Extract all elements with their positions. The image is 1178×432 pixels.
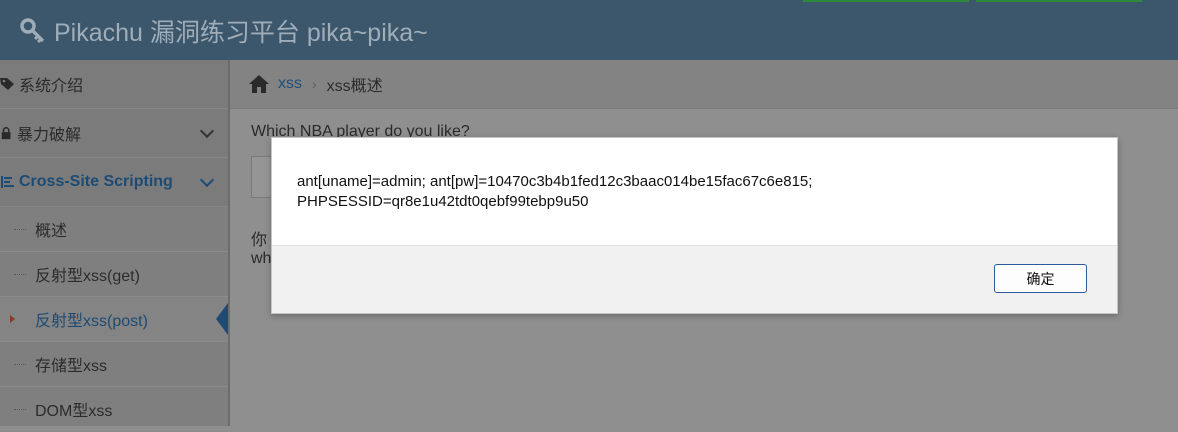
alert-dialog: ant[uname]=admin; ant[pw]=10470c3b4b1fed… bbox=[271, 137, 1118, 314]
breadcrumb-link-xss[interactable]: xss bbox=[278, 75, 302, 93]
navbar-accent-strip bbox=[976, 0, 1142, 2]
xss-submenu: 概述 反射型xss(get) 反射型xss(post) 存储型xss DOM型x… bbox=[0, 207, 228, 432]
ok-button[interactable]: 确定 bbox=[994, 264, 1087, 293]
submenu-item-label: 反射型xss(post) bbox=[35, 313, 148, 330]
chevron-down-icon bbox=[199, 123, 215, 139]
tree-connector bbox=[14, 274, 26, 275]
app-title: Pikachu 漏洞练习平台 pika~pika~ bbox=[54, 19, 428, 47]
submenu-item-stored[interactable]: 存储型xss bbox=[0, 342, 228, 387]
tags-icon bbox=[0, 78, 14, 90]
top-navbar: Pikachu 漏洞练习平台 pika~pika~ bbox=[0, 0, 1178, 60]
alert-message-line1: ant[uname]=admin; ant[pw]=10470c3b4b1fed… bbox=[297, 173, 813, 190]
breadcrumb-current: xss概述 bbox=[326, 78, 383, 95]
app-brand[interactable]: Pikachu 漏洞练习平台 pika~pika~ bbox=[20, 14, 428, 48]
submenu-item-label: 反射型xss(get) bbox=[35, 268, 140, 285]
breadcrumb-separator: › bbox=[312, 76, 317, 92]
alert-dialog-body: ant[uname]=admin; ant[pw]=10470c3b4b1fed… bbox=[272, 138, 1117, 246]
lock-icon bbox=[1, 127, 11, 140]
sidebar-item-label: 暴力破解 bbox=[17, 127, 82, 144]
result-text-line2: wh bbox=[251, 250, 272, 267]
submenu-item-overview[interactable]: 概述 bbox=[0, 207, 228, 252]
sidebar-item-system-intro[interactable]: 系统介绍 bbox=[0, 60, 228, 109]
submenu-item-reflected-get[interactable]: 反射型xss(get) bbox=[0, 252, 228, 297]
alert-message-line2: PHPSESSID=qr8e1u42tdt0qebf99tebp9u50 bbox=[297, 193, 589, 210]
submenu-item-label: 存储型xss bbox=[35, 358, 108, 375]
home-icon[interactable] bbox=[248, 74, 270, 94]
result-text-line1: 你 bbox=[251, 232, 268, 249]
tree-connector bbox=[14, 364, 26, 365]
key-icon bbox=[20, 18, 45, 44]
breadcrumb: xss › xss概述 bbox=[230, 60, 1178, 109]
sidebar-item-brute-force[interactable]: 暴力破解 bbox=[0, 109, 228, 158]
alert-message: ant[uname]=admin; ant[pw]=10470c3b4b1fed… bbox=[297, 172, 1097, 212]
sidebar-item-xss[interactable]: Cross-Site Scripting bbox=[0, 158, 228, 207]
navbar-accent-strip bbox=[803, 0, 969, 2]
submenu-item-label: DOM型xss bbox=[35, 403, 113, 420]
sidebar: 系统介绍 暴力破解 Cross-Site Scripting 概述 反射型xss… bbox=[0, 60, 230, 432]
chevron-down-icon bbox=[199, 172, 215, 188]
tree-connector bbox=[14, 409, 26, 410]
submenu-item-dom[interactable]: DOM型xss bbox=[0, 387, 228, 432]
sidebar-item-label: 系统介绍 bbox=[19, 78, 84, 95]
active-indicator bbox=[216, 303, 228, 335]
active-caret-icon bbox=[10, 315, 15, 323]
tree-connector bbox=[14, 229, 26, 230]
submenu-item-reflected-post[interactable]: 反射型xss(post) bbox=[0, 297, 228, 342]
submenu-item-label: 概述 bbox=[35, 223, 68, 240]
sidebar-item-label: Cross-Site Scripting bbox=[19, 173, 173, 190]
list-icon bbox=[1, 176, 14, 188]
